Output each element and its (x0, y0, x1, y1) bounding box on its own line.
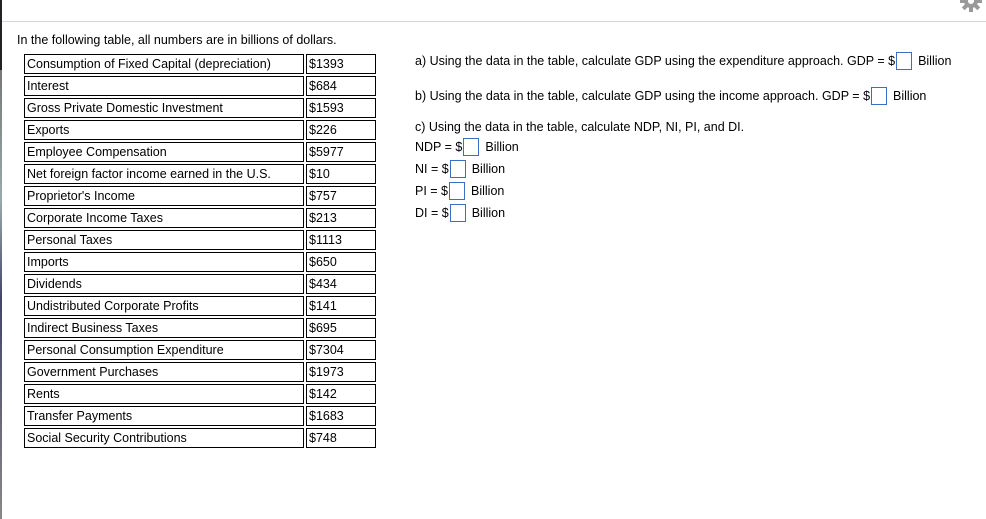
row-value: $748 (306, 428, 376, 448)
row-value: $1683 (306, 406, 376, 426)
table-row: Social Security Contributions $748 (24, 428, 376, 448)
di-label: DI = $ (415, 206, 449, 220)
ni-label: NI = $ (415, 162, 449, 176)
question-c-text: c) Using the data in the table, calculat… (415, 120, 745, 134)
table-row: Net foreign factor income earned in the … (24, 164, 376, 184)
table-row: Personal Consumption Expenditure $7304 (24, 340, 376, 360)
row-label: Government Purchases (24, 362, 304, 382)
table-row: Gross Private Domestic Investment $1593 (24, 98, 376, 118)
top-divider (2, 21, 986, 22)
row-label: Corporate Income Taxes (24, 208, 304, 228)
pi-input[interactable] (449, 182, 466, 200)
row-value: $10 (306, 164, 376, 184)
ni-unit: Billion (471, 162, 506, 176)
row-label: Gross Private Domestic Investment (24, 98, 304, 118)
row-value: $141 (306, 296, 376, 316)
table-row: Imports $650 (24, 252, 376, 272)
question-b-text: b) Using the data in the table, calculat… (415, 89, 871, 103)
di-input[interactable] (449, 204, 466, 222)
row-label: Dividends (24, 274, 304, 294)
row-label: Rents (24, 384, 304, 404)
row-label: Employee Compensation (24, 142, 304, 162)
table-row: Indirect Business Taxes $695 (24, 318, 376, 338)
table-row: Interest $684 (24, 76, 376, 96)
pi-unit: Billion (471, 184, 505, 198)
row-value: $142 (306, 384, 376, 404)
question-a-text: a) Using the data in the table, calculat… (415, 54, 896, 68)
ndp-input[interactable] (463, 138, 480, 156)
table-row: Transfer Payments $1683 (24, 406, 376, 426)
row-value: $650 (306, 252, 376, 272)
gdp-income-input[interactable] (871, 87, 888, 105)
pi-row: PI = $ Billion (415, 182, 504, 200)
row-label: Indirect Business Taxes (24, 318, 304, 338)
gear-icon[interactable] (960, 0, 982, 12)
table-row: Personal Taxes $1113 (24, 230, 376, 250)
row-value: $5977 (306, 142, 376, 162)
row-value: $1393 (306, 54, 376, 74)
row-label: Imports (24, 252, 304, 272)
row-label: Consumption of Fixed Capital (depreciati… (24, 54, 304, 74)
table-row: Consumption of Fixed Capital (depreciati… (24, 54, 376, 74)
table-row: Employee Compensation $5977 (24, 142, 376, 162)
row-label: Exports (24, 120, 304, 140)
di-row: DI = $ Billion (415, 204, 505, 222)
table-row: Proprietor's Income $757 (24, 186, 376, 206)
row-value: $757 (306, 186, 376, 206)
di-unit: Billion (471, 206, 506, 220)
table-intro: In the following table, all numbers are … (17, 33, 337, 47)
table-row: Undistributed Corporate Profits $141 (24, 296, 376, 316)
question-c: c) Using the data in the table, calculat… (415, 120, 744, 134)
ndp-unit: Billion (485, 140, 519, 154)
row-label: Transfer Payments (24, 406, 304, 426)
row-value: $684 (306, 76, 376, 96)
question-b-unit: Billion (893, 89, 927, 103)
table-row: Corporate Income Taxes $213 (24, 208, 376, 228)
row-value: $434 (306, 274, 376, 294)
row-value: $1973 (306, 362, 376, 382)
ni-input[interactable] (449, 160, 466, 178)
ndp-row: NDP = $ Billion (415, 138, 519, 156)
question-a-unit: Billion (918, 54, 952, 68)
table-row: Government Purchases $1973 (24, 362, 376, 382)
row-value: $226 (306, 120, 376, 140)
pi-label: PI = $ (415, 184, 449, 198)
ni-row: NI = $ Billion (415, 160, 505, 178)
row-label: Proprietor's Income (24, 186, 304, 206)
gdp-expenditure-input[interactable] (896, 52, 913, 70)
row-label: Social Security Contributions (24, 428, 304, 448)
row-value: $1593 (306, 98, 376, 118)
table-row: Dividends $434 (24, 274, 376, 294)
row-label: Net foreign factor income earned in the … (24, 164, 304, 184)
window-left-edge (0, 0, 2, 519)
question-a: a) Using the data in the table, calculat… (415, 52, 951, 70)
row-value: $213 (306, 208, 376, 228)
question-b: b) Using the data in the table, calculat… (415, 87, 926, 105)
row-value: $1113 (306, 230, 376, 250)
row-label: Interest (24, 76, 304, 96)
row-value: $695 (306, 318, 376, 338)
row-label: Personal Taxes (24, 230, 304, 250)
table-row: Exports $226 (24, 120, 376, 140)
row-label: Undistributed Corporate Profits (24, 296, 304, 316)
row-value: $7304 (306, 340, 376, 360)
table-row: Rents $142 (24, 384, 376, 404)
data-table: Consumption of Fixed Capital (depreciati… (22, 52, 378, 450)
row-label: Personal Consumption Expenditure (24, 340, 304, 360)
ndp-label: NDP = $ (415, 140, 463, 154)
